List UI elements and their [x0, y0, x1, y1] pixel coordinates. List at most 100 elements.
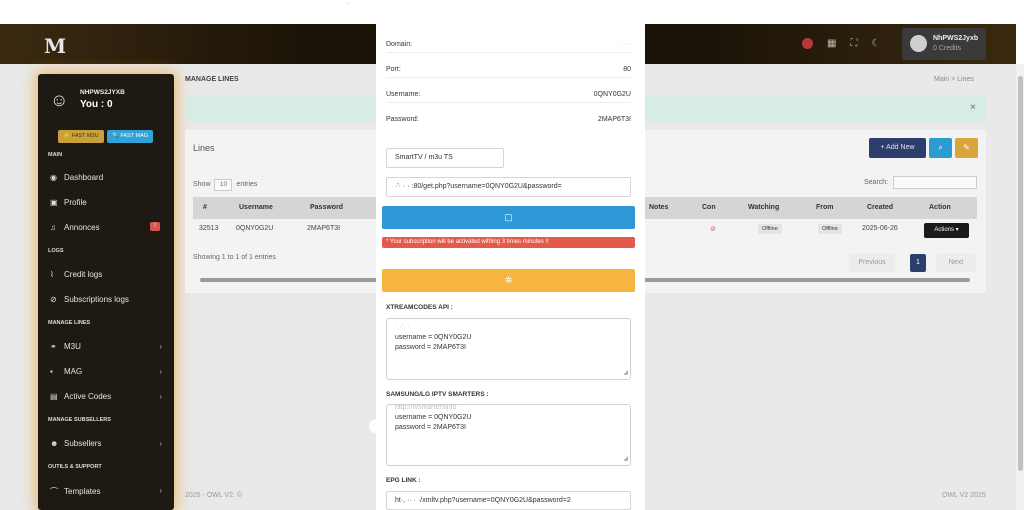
xtream-label: XTREAMCODES API : [386, 304, 453, 311]
username-row: Username: 0QNY0G2U [386, 78, 631, 103]
chevron-right-icon: › [159, 486, 162, 495]
epg-url-input[interactable]: ht·, ·· · ·/xmltv.php?username=0QNY0G2U&… [386, 491, 631, 510]
sidebar-credits: You : 0 [80, 99, 113, 110]
epg-label: EPG LINK : [386, 477, 421, 484]
chevron-right-icon: › [159, 439, 162, 448]
sidebar-item-subsellers[interactable]: ☻ Subsellers › [50, 439, 166, 448]
domain-row: Domain: · · · [386, 28, 631, 53]
copy-icon: ▢ [504, 212, 513, 222]
sidebar-item-label: Subscriptions logs [64, 295, 129, 304]
link-icon: ⚭ [50, 342, 57, 351]
actions-dropdown[interactable]: Actions ▾ [924, 223, 969, 238]
fast-mag-button[interactable]: 🔍 FAST MAG [107, 130, 153, 143]
scrollbar-thumb[interactable] [1018, 76, 1023, 471]
sidebar-item-label: MAG [64, 367, 83, 376]
close-icon[interactable]: × [970, 102, 976, 113]
sidebar-item-active-codes[interactable]: ▤ Active Codes › [50, 392, 166, 401]
show-label: Show [193, 181, 211, 188]
modal-edge-handle [369, 419, 383, 433]
search-button[interactable]: ⌕ [929, 138, 952, 158]
sidebar-item-label: Profile [64, 198, 87, 207]
sidebar-item-m3u[interactable]: ⚭ M3U › [50, 342, 166, 351]
page-length-select[interactable]: 10 [214, 179, 233, 191]
sidebar-item-label: Credit logs [64, 270, 103, 279]
flag-icon[interactable] [802, 38, 813, 49]
column-created[interactable]: Created [867, 204, 893, 211]
card-title: Lines [193, 143, 215, 153]
row-id: 32513 [199, 225, 219, 232]
users-icon: ☻ [50, 439, 59, 448]
column-notes[interactable]: Notes [649, 204, 668, 211]
sidebar-item-label: Subsellers [64, 439, 102, 448]
sidebar-item-subscriptions-logs[interactable]: ⊘ Subscriptions logs [50, 295, 166, 304]
search-icon: ⌕ [938, 143, 943, 152]
link-icon: ⊘ [50, 295, 57, 304]
username-value: 0QNY0G2U [593, 91, 631, 98]
copy-button[interactable]: ▢ [382, 206, 635, 229]
sidebar-item-annonces[interactable]: ♫ Annonces! [50, 222, 166, 232]
search-input[interactable] [893, 176, 977, 189]
user-credits: 0 Credits [933, 45, 962, 52]
password-value: 2MAP6T3I [597, 116, 631, 123]
chart-icon: ⌇ [50, 270, 54, 279]
resize-handle-icon[interactable]: ◢ [623, 454, 628, 464]
search-label: Search: [864, 179, 889, 186]
share-icon: ✲ [504, 275, 513, 285]
footer-left: 2025 - OWL V2. © [185, 492, 243, 499]
sidebar-item-credit-logs[interactable]: ⌇ Credit logs [50, 270, 166, 279]
next-button[interactable]: Next [936, 254, 976, 272]
column-from[interactable]: From [816, 204, 834, 211]
section-logs: LOGS [48, 248, 64, 254]
username-label: Username: [386, 91, 421, 98]
sidebar-item-profile[interactable]: ▣ Profile [50, 198, 166, 207]
section-manage-lines: MANAGE LINES [48, 320, 91, 326]
resize-handle-icon[interactable]: ◢ [623, 368, 628, 378]
chevron-right-icon: › [159, 342, 162, 351]
column-id[interactable]: # [203, 204, 207, 211]
column-password[interactable]: Password [310, 204, 343, 211]
xtream-username-line: username = 0QNY0G2U [395, 334, 472, 341]
port-value: 80 [623, 66, 631, 73]
password-row: Password: 2MAP6T3I [386, 103, 631, 128]
share-button[interactable]: ✲ [382, 269, 635, 292]
samsung-textarea[interactable]: http://tvsmartersinfo username = 0QNY0G2… [386, 404, 631, 466]
watching-badge: Offline [758, 224, 782, 234]
samsung-label: SAMSUNG/LG IPTV SMARTERS : [386, 391, 489, 398]
moon-icon[interactable]: ☾ [871, 38, 880, 49]
sidebar-item-templates[interactable]: ⌒ Templates › [50, 486, 166, 497]
previous-button[interactable]: Previous [849, 254, 895, 272]
sidebar-item-dashboard[interactable]: ◉ Dashboard [50, 173, 166, 182]
user-avatar-icon: ☺ [50, 90, 69, 110]
fast-m3u-button[interactable]: ⚡ FAST M3U [58, 130, 104, 143]
sidebar-item-mag[interactable]: ▪ MAG › [50, 367, 166, 376]
row-password: 2MAP6T3I [307, 225, 341, 232]
profile-icon: ▣ [50, 198, 58, 207]
grid-icon[interactable]: ▦ [827, 38, 836, 49]
activation-warning: * Your subscription will be activated wi… [382, 237, 635, 248]
playlist-url-input[interactable]: ·'· · · :80/get.php?username=0QNY0G2U&pa… [386, 177, 631, 197]
chevron-right-icon: › [159, 392, 162, 401]
tools-button[interactable]: ✎ [955, 138, 978, 158]
page-1-button[interactable]: 1 [910, 254, 926, 272]
domain-label: Domain: [386, 41, 413, 48]
user-name: NhPWS2Jyxb [933, 35, 979, 42]
row-username: 0QNY0G2U [236, 225, 274, 232]
format-select[interactable]: SmartTV / m3u TS [386, 148, 504, 168]
page-title: MANAGE LINES [185, 76, 239, 83]
column-con[interactable]: Con [702, 204, 716, 211]
section-main: MAIN [48, 152, 63, 158]
xtream-textarea[interactable]: · ·'· · username = 0QNY0G2U password = 2… [386, 318, 631, 380]
template-icon: ⌒ [50, 487, 58, 496]
breadcrumb[interactable]: Main > Lines [934, 76, 974, 83]
samsung-url-line: http://tvsmartersinfo [395, 404, 457, 411]
column-watching[interactable]: Watching [748, 204, 779, 211]
user-menu[interactable]: NhPWS2Jyxb 0 Credits [902, 28, 986, 60]
annonces-badge: ! [150, 222, 160, 231]
con-status-icon: ⊘ [710, 226, 716, 233]
fullscreen-icon[interactable]: ⛶ [850, 38, 857, 49]
column-username[interactable]: Username [239, 204, 273, 211]
add-new-button[interactable]: + Add New [869, 138, 926, 158]
sidebar-username: NHPWS2JYXB [80, 89, 125, 96]
logo[interactable]: M [44, 34, 66, 58]
sidebar: ☺ NHPWS2JYXB You : 0 ⚡ FAST M3U 🔍 FAST M… [38, 74, 174, 510]
